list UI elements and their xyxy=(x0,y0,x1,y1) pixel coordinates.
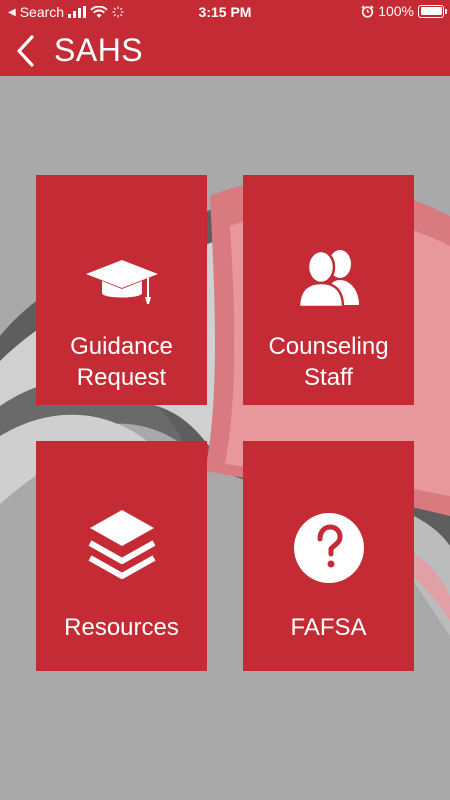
guidance-request-label-line2: Request xyxy=(76,364,167,391)
fafsa-label: FAFSA xyxy=(290,614,367,641)
guidance-request-tile[interactable]: Guidance Request xyxy=(36,175,207,405)
status-bar: ◀ Search 3:15 PM 100% xyxy=(0,0,450,24)
page-title: SAHS xyxy=(54,32,144,68)
counseling-staff-label-line2: Staff xyxy=(304,364,353,391)
counseling-staff-tile[interactable]: Counseling Staff xyxy=(243,175,414,405)
status-bar-right: 100% xyxy=(361,3,447,19)
battery-percent: 100% xyxy=(378,3,414,19)
alarm-icon xyxy=(361,4,374,18)
nav-bar: SAHS xyxy=(0,24,450,76)
battery-icon xyxy=(418,4,447,18)
fafsa-tile[interactable]: FAFSA xyxy=(243,441,414,671)
back-button[interactable] xyxy=(12,34,42,68)
graduation-cap-icon xyxy=(85,260,158,304)
layers-icon xyxy=(88,510,155,579)
question-circle-icon xyxy=(293,513,364,583)
people-icon xyxy=(297,249,359,309)
resources-label: Resources xyxy=(64,614,179,641)
chevron-left-icon xyxy=(17,35,34,67)
guidance-request-label-line1: Guidance xyxy=(70,333,173,360)
resources-tile[interactable]: Resources xyxy=(36,441,207,671)
counseling-staff-label-line1: Counseling xyxy=(268,333,389,360)
